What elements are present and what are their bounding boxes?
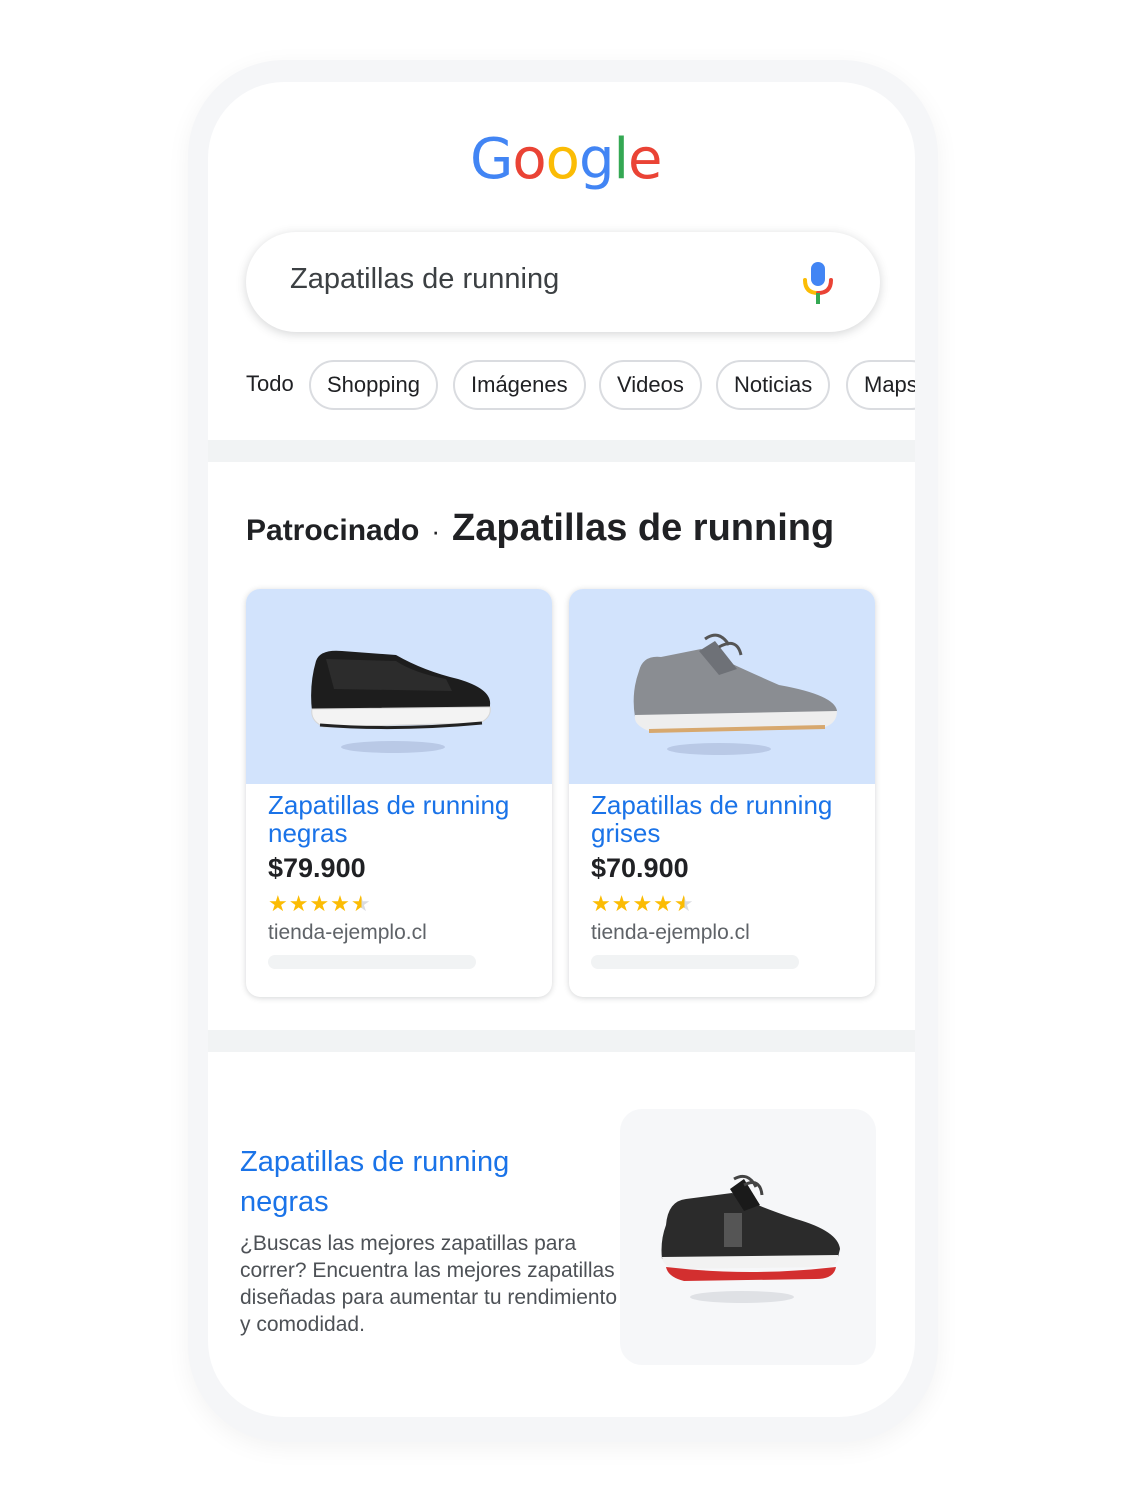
search-box[interactable]: Zapatillas de running [246,232,880,332]
header-separator: · [431,516,441,546]
logo-letter: e [628,127,662,192]
product-card[interactable]: Zapatillas de running negras $79.900 ★★★… [246,589,552,997]
product-title-link[interactable]: Zapatillas de running negras [268,791,538,847]
placeholder-bar [591,955,799,969]
sponsored-label: Patrocinado [246,514,420,547]
product-image[interactable] [569,589,875,784]
black-running-shoe-icon [311,650,491,753]
phone-screen: Google Zapatillas de running Todo Shoppi… [208,82,915,1417]
store-name: tienda-ejemplo.cl [268,921,427,944]
section-divider [208,1030,915,1052]
product-price: $70.900 [591,853,689,883]
microphone-icon[interactable] [800,260,836,306]
tab-imagenes[interactable]: Imágenes [453,360,586,410]
google-logo[interactable]: Google [470,127,663,192]
product-card[interactable]: Zapatillas de running grises $70.900 ★★★… [569,589,875,997]
organic-result-image[interactable] [620,1109,876,1365]
sponsored-title: Zapatillas de running [452,507,835,549]
logo-letter: l [613,127,629,192]
tab-shopping[interactable]: Shopping [309,360,438,410]
product-title-link[interactable]: Zapatillas de running grises [591,791,861,847]
section-divider [208,440,915,462]
tab-videos[interactable]: Videos [599,360,702,410]
logo-letter: o [512,127,546,192]
product-price: $79.900 [268,853,366,883]
logo-letter: G [470,127,513,192]
tab-noticias[interactable]: Noticias [716,360,831,410]
star-rating: ★★★★★ [591,891,695,916]
sponsored-header: Patrocinado · Zapatillas de running [246,507,834,550]
placeholder-bar [268,955,476,969]
phone-frame: Google Zapatillas de running Todo Shoppi… [188,60,938,1442]
search-tabs: Todo Shopping Imágenes Videos Noticias M… [246,360,915,414]
black-red-running-shoe-icon [661,1174,840,1303]
search-input[interactable]: Zapatillas de running [290,263,559,296]
logo-letter: o [545,127,580,192]
organic-result-link[interactable]: Zapatillas de running negras [240,1142,580,1222]
star-rating: ★★★★★ [268,891,372,916]
tab-maps[interactable]: Maps [846,360,915,410]
product-image[interactable] [246,589,552,784]
logo-letter: g [578,127,615,192]
tab-todo[interactable]: Todo [246,371,294,397]
gray-running-shoe-icon [633,633,837,755]
store-name: tienda-ejemplo.cl [591,921,750,944]
organic-result-description: ¿Buscas las mejores zapatillas para corr… [240,1232,618,1336]
